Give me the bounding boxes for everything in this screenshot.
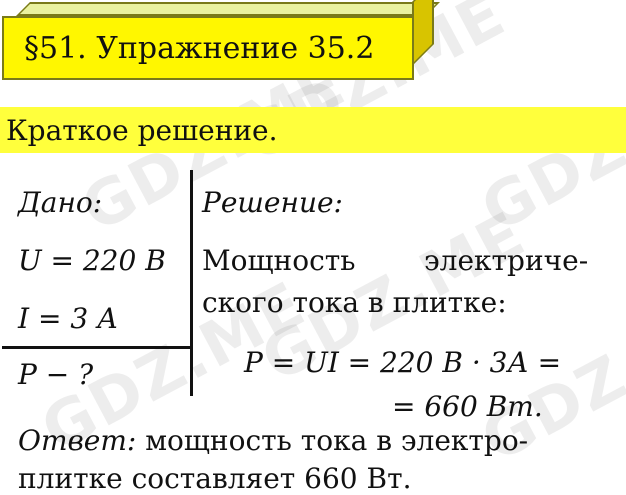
title-box-side xyxy=(412,0,434,66)
formula-line1: P = UI = 220 В · 3А = xyxy=(244,346,562,379)
given-divider xyxy=(2,346,192,349)
solution-banner: Краткое решение. xyxy=(0,107,626,153)
formula-line2: = 660 Вт. xyxy=(392,390,543,423)
banner-text: Краткое решение. xyxy=(6,113,278,147)
title-box-top xyxy=(16,2,440,16)
section-divider xyxy=(190,170,193,396)
given-voltage: U = 220 В xyxy=(18,244,166,277)
answer-line1: Ответ: мощность тока в электро- xyxy=(18,424,528,457)
solution-line2: ского тока в плитке: xyxy=(202,286,507,319)
solution-label: Решение: xyxy=(202,186,343,219)
find-quantity: P − ? xyxy=(18,358,94,391)
solution-line1-b: электриче- xyxy=(424,244,589,277)
given-current: I = 3 А xyxy=(18,302,119,335)
page-title-text: §51. Упражнение 35.2 xyxy=(24,30,375,66)
page-title: §51. Упражнение 35.2 xyxy=(2,16,414,80)
solution-line1-a: Мощность xyxy=(202,244,356,277)
answer-text-1: мощность тока в электро- xyxy=(145,424,529,457)
answer-label: Ответ: xyxy=(18,424,137,457)
title-box: §51. Упражнение 35.2 xyxy=(2,0,440,82)
given-label: Дано: xyxy=(18,186,103,219)
answer-line2: плитке составляет 660 Вт. xyxy=(18,462,412,495)
